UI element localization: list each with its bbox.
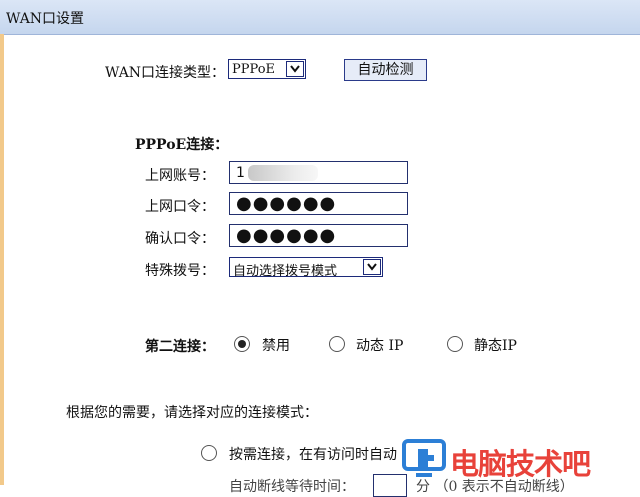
wan-type-select[interactable]: PPPoE: [228, 59, 306, 79]
password-mask: ●●●●●●: [236, 193, 337, 214]
wan-type-label: WAN口连接类型：: [105, 65, 226, 81]
radio-dynamic-ip[interactable]: [329, 336, 345, 352]
window-title: WAN口设置: [6, 11, 85, 27]
radio-static-ip[interactable]: [447, 336, 463, 352]
wan-type-selected: PPPoE: [232, 62, 276, 77]
second-connection-label: 第二连接：: [145, 339, 215, 355]
account-input[interactable]: 1: [229, 161, 408, 184]
chevron-down-icon[interactable]: [286, 61, 304, 77]
radio-on-demand[interactable]: [201, 445, 217, 461]
radio-static-ip-label: 静态IP: [474, 338, 517, 354]
auto-detect-button[interactable]: 自动检测: [344, 59, 427, 81]
mode-intro-text: 根据您的需要，请选择对应的连接模式：: [66, 405, 318, 421]
watermark: 电脑技术吧: [396, 435, 640, 485]
chevron-down-icon[interactable]: [363, 259, 381, 275]
account-label: 上网账号：: [145, 168, 215, 184]
left-edge-bar: [0, 34, 4, 485]
pppoe-section-label: PPPoE连接：: [135, 137, 229, 153]
radio-disabled-label: 禁用: [262, 338, 290, 354]
password-input[interactable]: ●●●●●●: [229, 192, 408, 215]
window-titlebar: WAN口设置: [0, 0, 640, 35]
dial-mode-selected: 自动选择拨号模式: [233, 264, 338, 279]
account-value: 1: [236, 165, 245, 181]
radio-dynamic-ip-label: 动态 IP: [356, 338, 404, 354]
idle-timeout-label: 自动断线等待时间：: [229, 479, 355, 495]
monitor-logo-icon: [402, 439, 446, 477]
dial-mode-label: 特殊拨号：: [145, 263, 215, 279]
account-redaction: [248, 165, 318, 181]
dial-mode-select[interactable]: 自动选择拨号模式: [229, 257, 383, 279]
confirm-password-input[interactable]: ●●●●●●: [229, 224, 408, 247]
watermark-text: 电脑技术吧: [450, 447, 591, 481]
confirm-password-label: 确认口令：: [145, 231, 215, 247]
confirm-password-mask: ●●●●●●: [236, 225, 337, 246]
radio-on-demand-label: 按需连接，在有访问时自动: [229, 447, 397, 463]
radio-disabled[interactable]: [234, 336, 250, 352]
password-label: 上网口令：: [145, 199, 215, 215]
